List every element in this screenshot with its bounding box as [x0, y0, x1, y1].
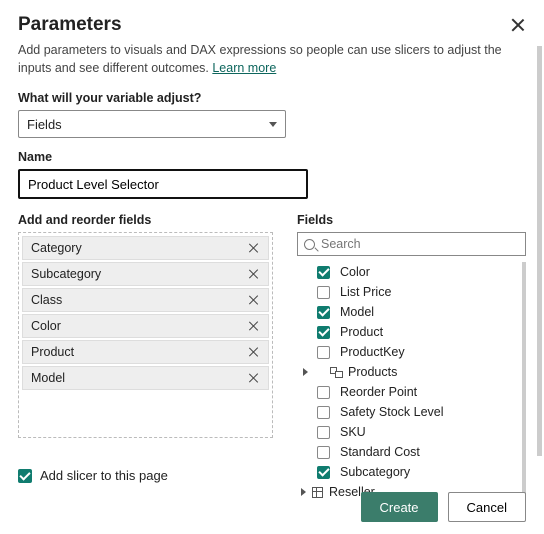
reorder-item[interactable]: Category — [22, 236, 269, 260]
field-item[interactable]: Color — [297, 262, 518, 282]
fields-tree[interactable]: Color List Price Model Product ProductKey Pro… — [297, 262, 526, 502]
field-checkbox[interactable] — [317, 466, 330, 479]
field-label: Product — [340, 325, 383, 339]
field-item[interactable]: Reorder Point — [297, 382, 518, 402]
field-item[interactable]: Safety Stock Level — [297, 402, 518, 422]
search-icon — [304, 239, 315, 250]
table-icon — [330, 367, 342, 377]
reorder-list[interactable]: Category Subcategory Class Color Product Mode… — [18, 232, 273, 438]
name-label: Name — [18, 150, 526, 164]
reorder-item[interactable]: Subcategory — [22, 262, 269, 286]
search-input[interactable] — [321, 237, 519, 251]
add-slicer-checkbox[interactable] — [18, 469, 32, 483]
remove-icon[interactable] — [248, 346, 260, 358]
reorder-item-label: Model — [31, 371, 65, 385]
field-checkbox[interactable] — [317, 386, 330, 399]
field-item[interactable]: Subcategory — [297, 462, 518, 482]
reorder-item-label: Category — [31, 241, 82, 255]
remove-icon[interactable] — [248, 372, 260, 384]
field-label: Products — [348, 365, 397, 379]
field-item[interactable]: Model — [297, 302, 518, 322]
field-label: List Price — [340, 285, 391, 299]
field-label: Safety Stock Level — [340, 405, 444, 419]
field-checkbox[interactable] — [317, 286, 330, 299]
reorder-item[interactable]: Model — [22, 366, 269, 390]
reorder-item-label: Product — [31, 345, 74, 359]
remove-icon[interactable] — [248, 294, 260, 306]
learn-more-link[interactable]: Learn more — [212, 61, 276, 75]
reorder-item[interactable]: Class — [22, 288, 269, 312]
fields-label: Fields — [297, 213, 526, 227]
field-checkbox[interactable] — [317, 406, 330, 419]
chevron-right-icon — [301, 488, 306, 496]
chevron-down-icon — [269, 122, 277, 127]
field-label: Standard Cost — [340, 445, 420, 459]
field-checkbox[interactable] — [317, 266, 330, 279]
field-label: Color — [340, 265, 370, 279]
field-item[interactable]: Standard Cost — [297, 442, 518, 462]
field-label: ProductKey — [340, 345, 405, 359]
variable-value: Fields — [27, 117, 62, 132]
field-item[interactable]: ProductKey — [297, 342, 518, 362]
reorder-item-label: Subcategory — [31, 267, 101, 281]
field-label: Reorder Point — [340, 385, 417, 399]
field-checkbox[interactable] — [317, 346, 330, 359]
remove-icon[interactable] — [248, 320, 260, 332]
field-checkbox[interactable] — [317, 446, 330, 459]
cancel-button[interactable]: Cancel — [448, 492, 526, 522]
name-input[interactable] — [18, 169, 308, 199]
chevron-right-icon — [303, 368, 308, 376]
field-checkbox[interactable] — [317, 326, 330, 339]
reorder-label: Add and reorder fields — [18, 213, 273, 227]
variable-label: What will your variable adjust? — [18, 91, 526, 105]
intro-text: Add parameters to visuals and DAX expres… — [18, 42, 526, 77]
field-label: Subcategory — [340, 465, 410, 479]
reorder-item-label: Color — [31, 319, 61, 333]
close-icon[interactable] — [510, 17, 526, 33]
field-checkbox[interactable] — [317, 306, 330, 319]
create-button[interactable]: Create — [361, 492, 438, 522]
table-icon — [312, 487, 323, 498]
dialog-title: Parameters — [18, 14, 122, 36]
reorder-item[interactable]: Color — [22, 314, 269, 338]
field-item[interactable]: SKU — [297, 422, 518, 442]
remove-icon[interactable] — [248, 268, 260, 280]
field-label: Model — [340, 305, 374, 319]
fields-search[interactable] — [297, 232, 526, 256]
field-label: SKU — [340, 425, 366, 439]
remove-icon[interactable] — [248, 242, 260, 254]
field-item[interactable]: Product — [297, 322, 518, 342]
field-subtable[interactable]: Products — [297, 362, 518, 382]
reorder-item[interactable]: Product — [22, 340, 269, 364]
field-checkbox[interactable] — [317, 426, 330, 439]
add-slicer-label: Add slicer to this page — [40, 468, 168, 483]
reorder-item-label: Class — [31, 293, 62, 307]
variable-select[interactable]: Fields — [18, 110, 286, 138]
field-item[interactable]: List Price — [297, 282, 518, 302]
dialog-scrollbar[interactable] — [537, 46, 542, 456]
